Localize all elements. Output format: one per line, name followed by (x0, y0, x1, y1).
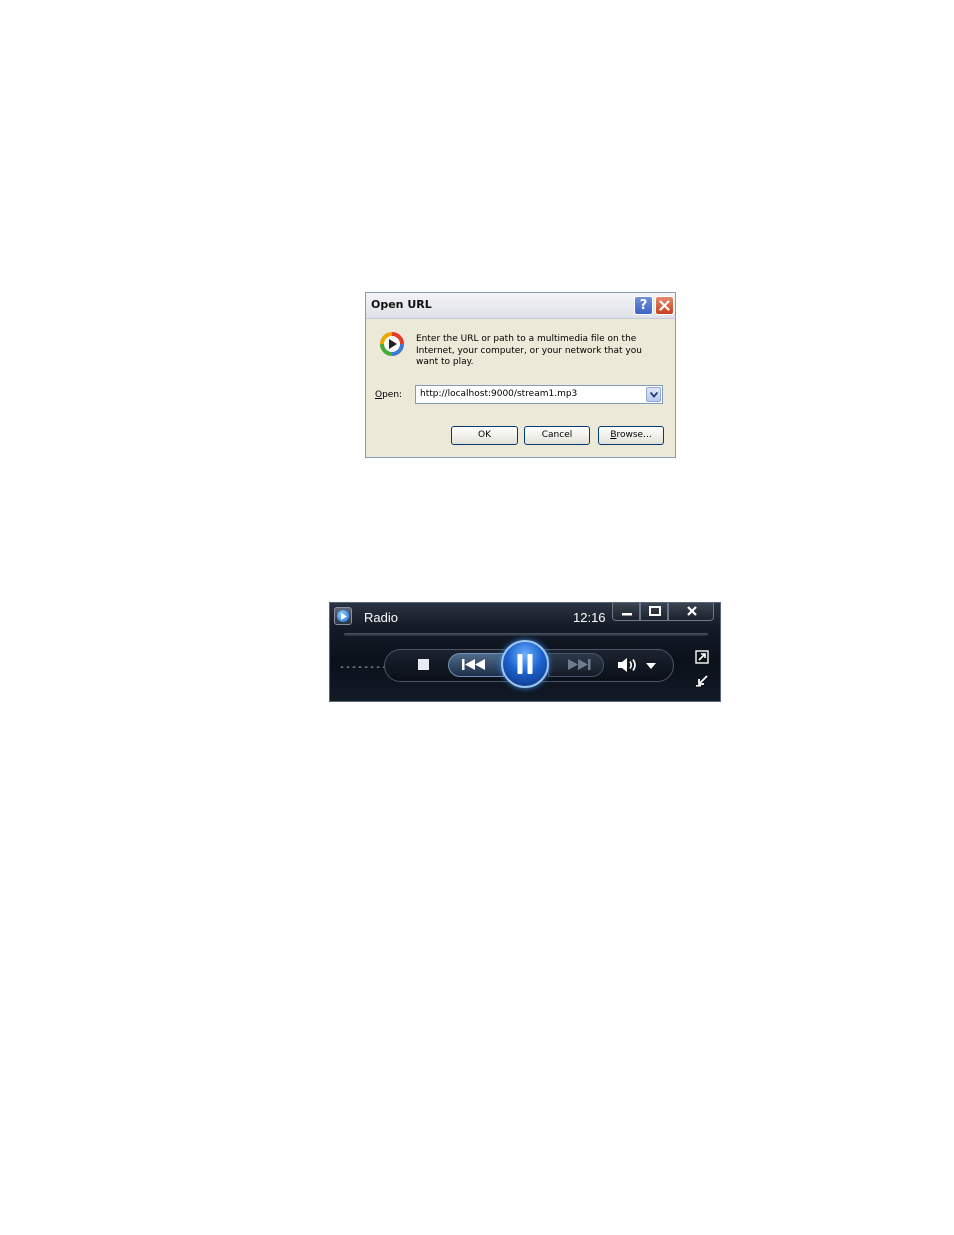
switch-to-library-icon (695, 650, 709, 664)
maximize-button[interactable] (640, 603, 668, 621)
stop-button[interactable] (418, 659, 429, 670)
open-label: Open: (375, 390, 402, 400)
next-icon (568, 659, 591, 670)
url-input[interactable]: http://localhost:9000/stream1.mp3 (420, 389, 577, 399)
open-label-text: pen: (382, 390, 403, 400)
player-title: Radio (364, 610, 398, 625)
help-button[interactable]: ? (634, 296, 653, 315)
close-icon (659, 300, 670, 311)
close-button[interactable] (655, 296, 674, 315)
close-button[interactable] (668, 603, 714, 621)
maximize-icon (649, 606, 661, 616)
previous-button[interactable] (448, 653, 504, 677)
browse-label-text: rowse... (616, 430, 652, 440)
ok-button[interactable]: OK (451, 426, 518, 445)
mini-player: Radio 12:16 ----------- (329, 602, 721, 702)
close-icon (687, 606, 697, 616)
minimize-icon (622, 613, 632, 616)
help-icon: ? (639, 298, 648, 313)
chevron-down-icon (650, 392, 658, 398)
dialog-title: Open URL (371, 298, 432, 311)
minimize-button[interactable] (612, 603, 640, 621)
volume-icon (618, 658, 636, 672)
restore-mini-icon (696, 675, 708, 687)
player-titlebar: Radio 12:16 (330, 603, 720, 629)
dialog-titlebar: Open URL ? (366, 293, 675, 319)
url-dropdown-button[interactable] (646, 387, 661, 402)
play-pause-button[interactable] (501, 640, 549, 688)
open-url-dialog: Open URL ? Enter the URL or path to a mu… (365, 292, 676, 458)
pause-icon (517, 654, 533, 674)
restore-mini-button[interactable] (695, 673, 709, 687)
url-combobox[interactable]: http://localhost:9000/stream1.mp3 (415, 385, 663, 404)
volume-button[interactable] (617, 657, 659, 673)
seek-bar[interactable] (344, 633, 708, 636)
browse-button[interactable]: Browse... (598, 426, 664, 445)
player-time: 12:16 (573, 610, 606, 625)
windows-media-player-icon[interactable] (334, 607, 352, 625)
dialog-message: Enter the URL or path to a multimedia fi… (416, 334, 642, 367)
next-button[interactable] (548, 653, 604, 677)
previous-icon (462, 659, 485, 670)
windows-media-player-icon (380, 332, 404, 356)
switch-to-library-button[interactable] (695, 649, 709, 664)
cancel-button[interactable]: Cancel (524, 426, 590, 445)
chevron-down-icon[interactable] (646, 663, 656, 669)
